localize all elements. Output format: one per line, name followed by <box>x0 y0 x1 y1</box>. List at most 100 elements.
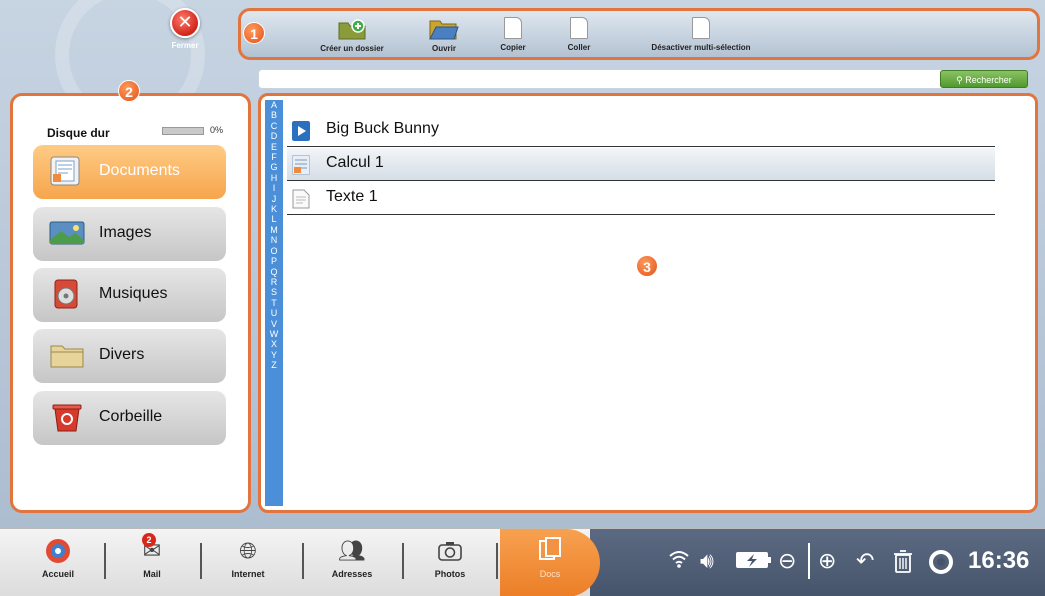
alphabet-letter-k[interactable]: K <box>265 204 283 214</box>
sidebar-item-misc[interactable]: Divers <box>33 328 226 383</box>
alphabet-letter-v[interactable]: V <box>265 319 283 329</box>
alphabet-letter-a[interactable]: A <box>265 100 283 110</box>
multi-select-label: Désactiver multi-sélection <box>651 43 751 52</box>
toggle-multi-select-button[interactable]: Désactiver multi-sélection <box>631 17 771 52</box>
sidebar-item-trash[interactable]: Corbeille <box>33 390 226 445</box>
alphabet-letter-e[interactable]: E <box>265 142 283 152</box>
copy-label: Copier <box>500 43 526 52</box>
open-folder-icon <box>429 20 459 40</box>
disk-label: Disque dur <box>47 126 110 140</box>
paste-button[interactable]: Coller <box>559 17 599 52</box>
tray-separator <box>808 543 810 579</box>
file-row-calcul-1[interactable]: Calcul 1 <box>287 148 995 181</box>
alphabet-letter-z[interactable]: Z <box>265 360 283 370</box>
volume-icon[interactable]: 🔊︎ <box>700 549 714 574</box>
alphabet-letter-g[interactable]: G <box>265 162 283 172</box>
alphabet-letter-y[interactable]: Y <box>265 350 283 360</box>
disk-usage-percent: 0% <box>210 125 224 135</box>
alphabet-index: ABCDEFGHIJKLMNOPQRSTUVWXYZ <box>265 100 283 506</box>
back-icon[interactable]: ↶ <box>856 549 874 574</box>
text-file-icon <box>292 189 310 209</box>
taskbar-separator <box>200 543 202 579</box>
category-sidebar: Disque dur 0% Documents Images Musiques <box>10 93 251 513</box>
folder-icon <box>50 345 84 368</box>
sidebar-item-label: Divers <box>99 346 145 363</box>
callout-badge-toolbar: 1 <box>243 22 265 44</box>
docs-icon <box>536 537 564 565</box>
close-label: Fermer <box>171 41 199 50</box>
alphabet-letter-q[interactable]: Q <box>265 267 283 277</box>
search-input[interactable] <box>259 71 939 89</box>
close-button[interactable]: ✕ Fermer <box>150 8 220 58</box>
camera-icon <box>436 537 464 565</box>
file-row-big-buck-bunny[interactable]: Big Buck Bunny <box>287 114 995 147</box>
sidebar-item-label: Documents <box>99 162 180 179</box>
sidebar-item-label: Musiques <box>99 285 168 302</box>
disk-usage-bar <box>162 127 204 135</box>
alphabet-letter-i[interactable]: I <box>265 183 283 193</box>
paste-icon <box>570 17 588 39</box>
contacts-icon: 👥︎ <box>338 538 366 564</box>
taskbar-mail[interactable]: ✉ 2 Mail <box>112 533 192 579</box>
taskbar-home-label: Accueil <box>41 569 74 579</box>
taskbar-separator <box>104 543 106 579</box>
alphabet-letter-t[interactable]: T <box>265 298 283 308</box>
toolbar: Créer un dossier Ouvrir Copier Coller Dé… <box>238 8 1040 60</box>
create-folder-button[interactable]: Créer un dossier <box>307 17 397 53</box>
taskbar-separator <box>496 543 498 579</box>
alphabet-letter-w[interactable]: W <box>265 329 283 339</box>
multi-select-icon <box>692 17 710 39</box>
alphabet-letter-l[interactable]: L <box>265 214 283 224</box>
open-button[interactable]: Ouvrir <box>421 17 467 53</box>
sidebar-item-label: Images <box>99 224 152 241</box>
alphabet-letter-h[interactable]: H <box>265 173 283 183</box>
taskbar-photos[interactable]: Photos <box>410 537 490 579</box>
documents-icon <box>50 156 80 186</box>
trash-tray-icon[interactable] <box>893 549 913 579</box>
alphabet-letter-r[interactable]: R <box>265 277 283 287</box>
video-file-icon <box>292 121 310 141</box>
search-icon: ⚲ <box>956 75 963 85</box>
battery-charging-icon[interactable] <box>735 549 773 577</box>
alphabet-letter-m[interactable]: M <box>265 225 283 235</box>
taskbar-contacts[interactable]: 👥︎ Adresses <box>312 537 392 580</box>
alphabet-letter-d[interactable]: D <box>265 131 283 141</box>
search-button[interactable]: ⚲ Rechercher <box>940 70 1028 88</box>
trash-icon <box>52 404 82 432</box>
sidebar-item-images[interactable]: Images <box>33 206 226 261</box>
alphabet-letter-c[interactable]: C <box>265 121 283 131</box>
sidebar-item-documents[interactable]: Documents <box>33 144 226 199</box>
close-icon: ✕ <box>170 8 200 38</box>
file-list-panel: ABCDEFGHIJKLMNOPQRSTUVWXYZ Big Buck Bunn… <box>258 93 1038 513</box>
file-name: Calcul 1 <box>326 154 384 171</box>
taskbar-internet[interactable]: 🌐︎ Internet <box>208 537 288 580</box>
alphabet-letter-j[interactable]: J <box>265 194 283 204</box>
taskbar-home[interactable]: Accueil <box>18 537 98 579</box>
sidebar-item-music[interactable]: Musiques <box>33 267 226 322</box>
taskbar: Accueil ✉ 2 Mail 🌐︎ Internet 👥︎ Adresses… <box>0 528 1045 596</box>
alphabet-letter-n[interactable]: N <box>265 235 283 245</box>
zoom-in-icon[interactable]: ⊕ <box>818 549 836 574</box>
taskbar-separator <box>302 543 304 579</box>
copy-icon <box>504 17 522 39</box>
alphabet-letter-u[interactable]: U <box>265 308 283 318</box>
file-name: Big Buck Bunny <box>326 120 439 137</box>
help-icon[interactable] <box>928 549 954 581</box>
alphabet-letter-b[interactable]: B <box>265 110 283 120</box>
wifi-icon[interactable] <box>668 549 690 575</box>
alphabet-letter-o[interactable]: O <box>265 246 283 256</box>
alphabet-letter-f[interactable]: F <box>265 152 283 162</box>
alphabet-letter-s[interactable]: S <box>265 287 283 297</box>
alphabet-letter-p[interactable]: P <box>265 256 283 266</box>
file-name: Texte 1 <box>326 188 378 205</box>
zoom-out-icon[interactable]: ⊖ <box>778 549 796 574</box>
paste-label: Coller <box>567 43 591 52</box>
taskbar-separator <box>402 543 404 579</box>
taskbar-docs[interactable]: Docs <box>500 529 600 596</box>
alphabet-letter-x[interactable]: X <box>265 339 283 349</box>
file-row-texte-1[interactable]: Texte 1 <box>287 182 995 215</box>
globe-icon: 🌐︎ <box>239 538 257 564</box>
copy-button[interactable]: Copier <box>491 17 535 52</box>
search-button-label: Rechercher <box>965 75 1012 85</box>
taskbar-docs-label: Docs <box>539 569 561 579</box>
